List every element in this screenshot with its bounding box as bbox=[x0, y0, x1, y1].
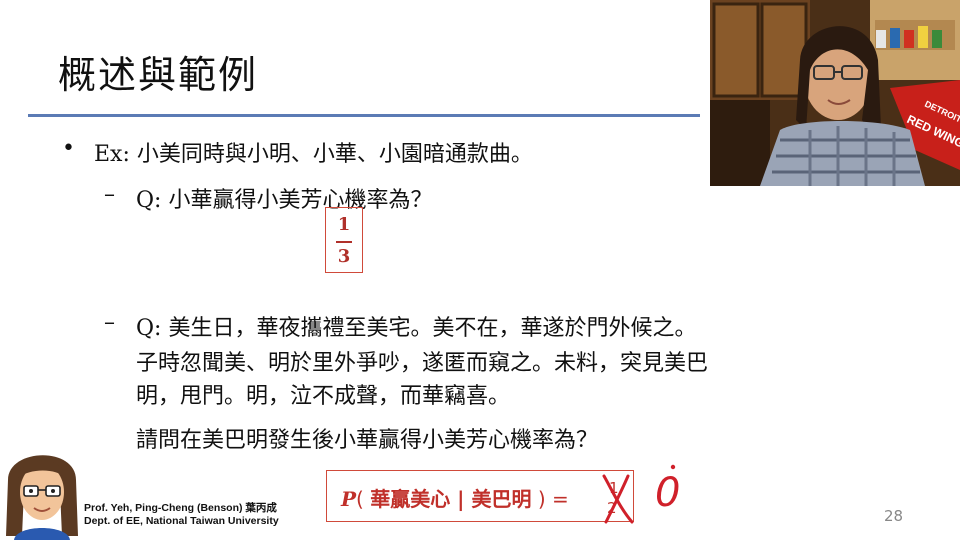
dash-icon: – bbox=[104, 310, 115, 335]
dash-icon: – bbox=[104, 182, 115, 207]
answer-fraction-box: 1 3 bbox=[325, 207, 363, 273]
fraction-numerator: 1 bbox=[337, 214, 351, 235]
title-underline bbox=[28, 114, 700, 117]
question-2-line-1: Q: 美生日，華夜攜禮至美宅。美不在，華遂於門外候之。 bbox=[136, 316, 697, 341]
formula-open-paren: ( bbox=[356, 487, 364, 511]
probability-symbol: P bbox=[341, 487, 357, 511]
question-2-line-2: 子時忽聞美、明於里外爭吵，遂匿而窺之。未料，突見美巴 bbox=[136, 351, 709, 376]
bullet-icon: • bbox=[62, 136, 75, 161]
professor-name: Prof. Yeh, Ping-Cheng (Benson) 葉丙成 bbox=[84, 502, 277, 514]
formula-close-equals: ) = bbox=[537, 487, 569, 511]
formula-box: P( 華贏美心 | 美巴明 ) = 1 2 bbox=[326, 470, 634, 522]
example-text: Ex: 小美同時與小明、小華、小園暗通款曲。 bbox=[94, 142, 533, 167]
question-2-line-3: 明，甩門。明，泣不成聲，而華竊喜。 bbox=[136, 384, 511, 409]
webcam-video: DETROIT RED WINGS bbox=[710, 0, 960, 186]
handwritten-cross-mark bbox=[602, 474, 634, 524]
question-1-text: Q: 小華贏得小美芳心機率為？ bbox=[136, 188, 433, 213]
webcam-scene: DETROIT RED WINGS bbox=[710, 0, 960, 186]
question-2-line-4: 請問在美巴明發生後小華贏得小美芳心機率為？ bbox=[136, 428, 599, 453]
page-number: 28 bbox=[884, 507, 904, 525]
fraction-denominator: 3 bbox=[337, 246, 351, 267]
formula-text: P( 華贏美心 | 美巴明 ) = bbox=[341, 483, 569, 512]
slide-title: 概述與範例 bbox=[58, 53, 259, 97]
slide: 概述與範例 • Ex: 小美同時與小明、小華、小園暗通款曲。 – Q: 小華贏得… bbox=[0, 0, 960, 540]
formula-condition: 華贏美心 | 美巴明 bbox=[370, 487, 532, 511]
avatar bbox=[6, 455, 78, 540]
handwritten-answer: 0 bbox=[655, 470, 681, 516]
department-line: Dept. of EE, National Taiwan University bbox=[84, 515, 279, 527]
fraction-bar bbox=[336, 241, 352, 243]
